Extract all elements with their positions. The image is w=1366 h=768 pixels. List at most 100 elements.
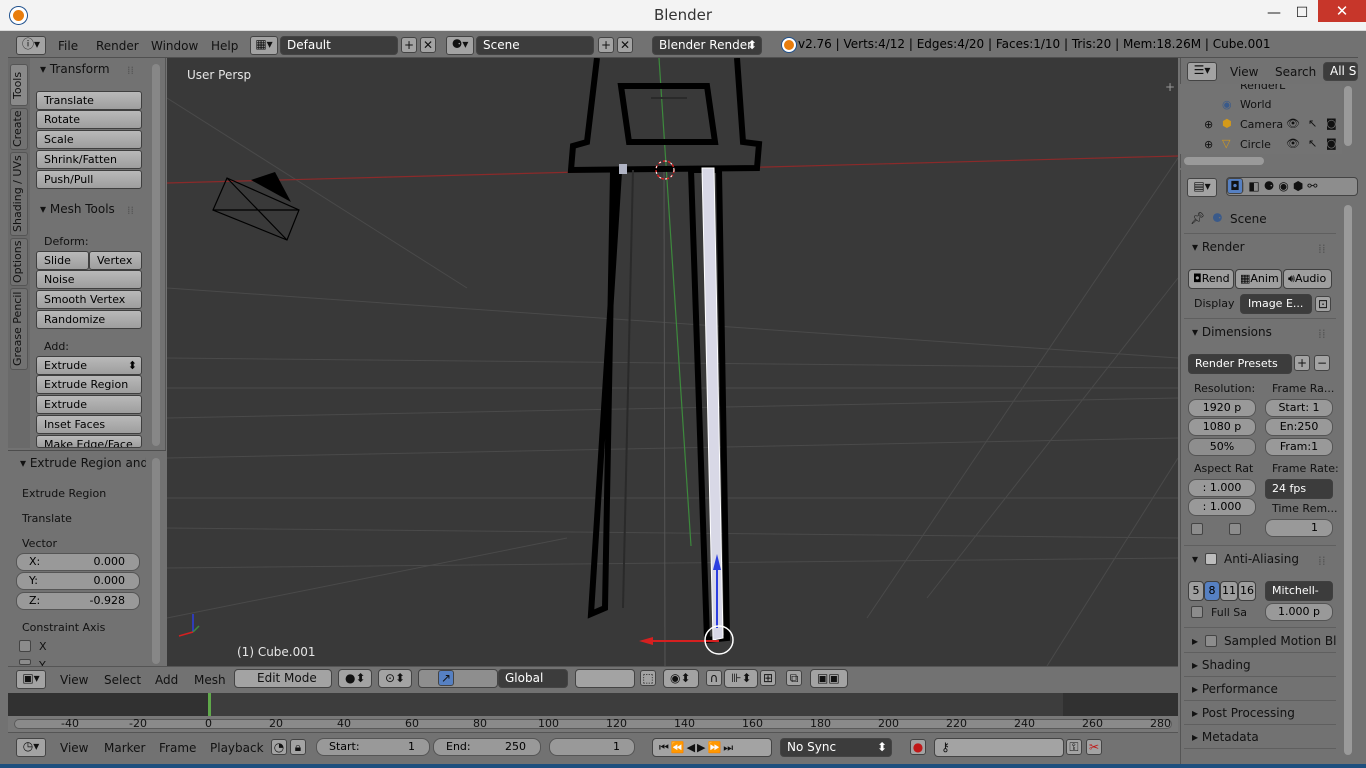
expand-icon[interactable]: ⊕ (1204, 138, 1213, 151)
outliner-hscroll[interactable] (1184, 157, 1264, 165)
menu-help[interactable]: Help (211, 39, 238, 53)
3d-viewport[interactable] (167, 58, 1178, 666)
scale-button[interactable]: Scale (36, 130, 142, 149)
render-audio-button[interactable]: 🔊︎Audio (1283, 269, 1332, 289)
tab-grease-pencil[interactable]: Grease Pencil (10, 288, 28, 370)
render-panel-header[interactable]: ▾ Render (1192, 240, 1245, 254)
tl-menu-view[interactable]: View (60, 741, 88, 755)
shading-select[interactable]: ●⬍ (338, 669, 372, 688)
constraint-x-checkbox[interactable] (19, 640, 31, 652)
shrink-fatten-button[interactable]: Shrink/Fatten (36, 150, 142, 169)
render-context-icon[interactable]: ◘ (1227, 178, 1243, 194)
outliner-item-renderlayers[interactable]: RenderL (1240, 84, 1285, 92)
screen-layout-icon[interactable]: ▦▾ (250, 36, 278, 55)
grip-icon[interactable]: ⁞⁞ (1318, 242, 1326, 256)
expand-icon[interactable]: ⊕ (1204, 118, 1213, 131)
motion-blur-checkbox[interactable] (1205, 635, 1217, 647)
proportional-select[interactable]: ◉⬍ (663, 669, 699, 688)
snap-element-select[interactable]: ⊪⬍ (724, 669, 758, 688)
resolution-percent-field[interactable]: 50% (1188, 438, 1256, 456)
render-engine-select[interactable]: Blender Render ⬍ (652, 36, 762, 55)
rotate-button[interactable]: Rotate (36, 110, 142, 129)
timeline-scrollbar[interactable] (14, 719, 1172, 729)
editor-type-cube-icon[interactable]: ▣▾ (16, 670, 46, 689)
aa-samples-5[interactable]: 5 (1188, 581, 1204, 601)
outliner-item-circle[interactable]: Circle (1240, 138, 1271, 151)
layer-icon[interactable]: ⧉ (786, 670, 802, 686)
pin-icon[interactable]: 📌︎ (1190, 211, 1205, 225)
extrude-individual-button[interactable]: Extrude Individual (36, 395, 142, 428)
translate-button[interactable]: Translate (36, 91, 142, 110)
render-image-button[interactable]: ◘Rend (1188, 269, 1234, 289)
filter-size-field[interactable]: 1.000 p (1265, 603, 1333, 621)
remove-scene-icon[interactable]: ✕ (617, 37, 633, 53)
render-camera-icon[interactable]: ◙ (1326, 137, 1337, 150)
vector-x-field[interactable]: X: 0.000 (16, 553, 140, 571)
end-frame-field[interactable]: End: 250 (433, 738, 541, 756)
display-select[interactable]: Image E... (1240, 294, 1312, 314)
manipulator-buttons[interactable] (418, 669, 498, 688)
make-edge-face-button[interactable]: Make Edge/Face (36, 435, 142, 448)
tab-tools[interactable]: Tools (10, 64, 28, 106)
close-button[interactable]: ✕ (1318, 0, 1366, 22)
constraint-y-checkbox[interactable] (19, 659, 31, 665)
grip-icon[interactable]: ⁞⁞ (127, 64, 134, 77)
visibility-eye-icon[interactable]: 👁︎ (1286, 117, 1300, 130)
push-pull-button[interactable]: Push/Pull (36, 170, 142, 189)
crop-checkbox[interactable] (1229, 523, 1241, 535)
tab-create[interactable]: Create (10, 108, 28, 150)
render-camera-icon[interactable]: ◙ (1326, 117, 1337, 130)
frame-end-field[interactable]: En:250 (1265, 418, 1333, 436)
occlude-icon[interactable]: ⬚ (640, 670, 656, 686)
sync-select[interactable]: No Sync ⬍ (780, 738, 892, 757)
remove-layout-icon[interactable]: ✕ (420, 37, 436, 53)
vector-z-field[interactable]: Z: -0.928 (16, 592, 140, 610)
playback-controls[interactable]: ⏮⏪◀▶⏩⏭ (652, 738, 772, 757)
dimensions-panel-header[interactable]: ▾ Dimensions (1192, 325, 1272, 339)
insert-keyframe-icon[interactable]: ⚿ (1066, 739, 1082, 755)
noise-button[interactable]: Noise (36, 270, 142, 289)
tl-menu-marker[interactable]: Marker (104, 741, 145, 755)
full-sample-checkbox[interactable] (1191, 606, 1203, 618)
resolution-x-field[interactable]: 1920 p (1188, 399, 1256, 417)
post-processing-panel-header[interactable]: ▸ Post Processing (1192, 706, 1295, 720)
minimize-button[interactable]: — (1262, 2, 1286, 24)
outliner-item-world[interactable]: World (1240, 98, 1272, 111)
select-cursor-icon[interactable]: ↖ (1308, 117, 1317, 130)
editor-type-icon[interactable]: ⓘ▾ (16, 36, 46, 55)
outliner-filter-select[interactable]: All Sc (1323, 62, 1358, 81)
visibility-eye-icon[interactable]: 👁︎ (1286, 137, 1300, 150)
snap-magnet-icon[interactable]: ∩ (706, 670, 722, 686)
select-mode-buttons[interactable] (575, 669, 635, 688)
snap-target-icon[interactable]: ⊞ (760, 670, 776, 686)
tl-menu-playback[interactable]: Playback (210, 741, 264, 755)
lock-interface-icon[interactable]: ⊡ (1315, 296, 1331, 312)
timeline[interactable] (8, 693, 1178, 732)
frame-step-field[interactable]: Fram:1 (1265, 438, 1333, 456)
orientation-select[interactable]: Global (498, 669, 568, 688)
grip-icon[interactable]: ⁞⁞ (1318, 327, 1326, 341)
vertex-slide-button[interactable]: Vertex (89, 251, 142, 270)
vector-y-field[interactable]: Y: 0.000 (16, 572, 140, 590)
outliner-menu-search[interactable]: Search (1275, 65, 1316, 79)
mesh-tools-panel-header[interactable]: ▾ Mesh Tools (40, 202, 115, 216)
resolution-y-field[interactable]: 1080 p (1188, 418, 1256, 436)
frame-start-field[interactable]: Start: 1 (1265, 399, 1333, 417)
extrude-dropdown[interactable]: Extrude ⬍ (36, 356, 142, 375)
slide-edge-button[interactable]: Slide Ed (36, 251, 89, 284)
keying-set-field[interactable]: ⚷ (934, 738, 1064, 757)
select-cursor-icon[interactable]: ↖ (1308, 137, 1317, 150)
extrude-region-button[interactable]: Extrude Region (36, 375, 142, 394)
operator-panel-header[interactable]: ▾ Extrude Region and (20, 456, 146, 470)
add-preset-icon[interactable]: + (1294, 355, 1310, 371)
performance-panel-header[interactable]: ▸ Performance (1192, 682, 1278, 696)
viewport-plus-icon[interactable]: + (1165, 80, 1175, 94)
maximize-button[interactable]: ☐ (1290, 2, 1314, 24)
lock-range-icon[interactable]: 🔒︎ (290, 739, 306, 755)
delete-keyframe-icon[interactable]: ✂ (1086, 739, 1102, 755)
menu-window[interactable]: Window (151, 39, 198, 53)
vp-menu-view[interactable]: View (60, 673, 88, 687)
smooth-vertex-button[interactable]: Smooth Vertex (36, 290, 142, 309)
tl-menu-frame[interactable]: Frame (159, 741, 196, 755)
randomize-button[interactable]: Randomize (36, 310, 142, 329)
